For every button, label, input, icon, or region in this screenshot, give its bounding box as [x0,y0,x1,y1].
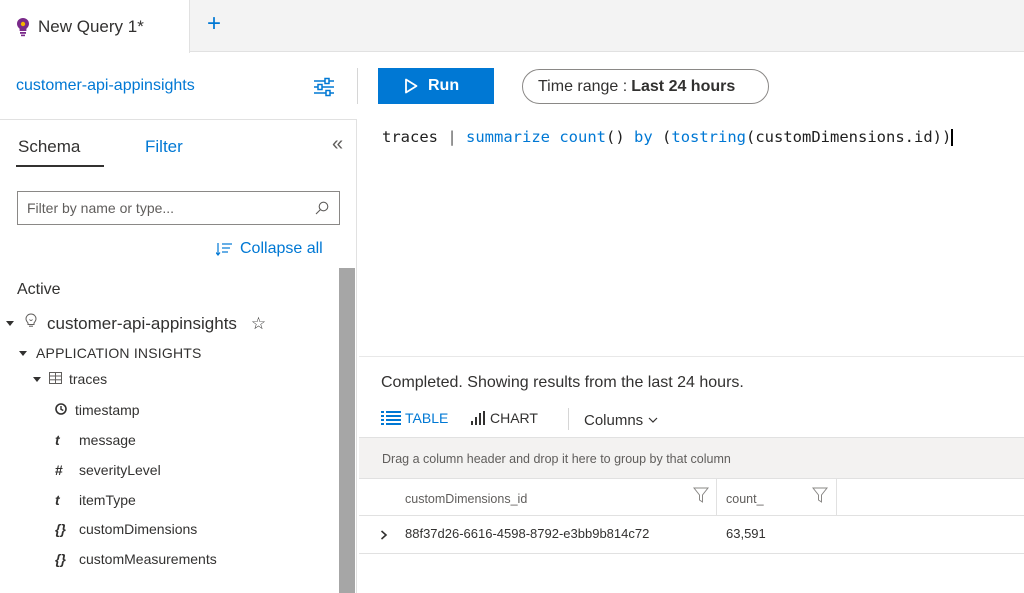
tab-chart-view[interactable]: CHART [470,410,538,426]
column-header-count[interactable]: count_ [726,492,764,506]
query-token: () [606,128,635,146]
collapse-all-label: Collapse all [240,240,323,257]
caret-down-icon[interactable] [19,350,27,356]
tree-group-label: APPLICATION INSIGHTS [36,345,202,361]
field-name: customMeasurements [79,551,217,567]
query-token: by [634,128,653,146]
collapse-panel-icon[interactable]: « [332,133,343,156]
tree-item-resource[interactable]: customer-api-appinsights ☆ [6,313,266,334]
add-tab-button[interactable]: + [203,12,225,38]
field-name: customDimensions [79,521,198,537]
dynamic-type-icon: {} [55,551,66,567]
field-customdimensions[interactable]: {} customDimensions [55,521,197,537]
query-text[interactable]: traces | summarize count() by (tostring(… [382,128,953,146]
results-toolbar-divider [568,408,569,430]
cell-customdimensions-id: 88f37d26-6616-4598-8792-e3bb9b814c72 [405,526,650,541]
string-type-icon: t [55,492,60,508]
lightbulb-icon [16,17,30,37]
field-custommeasurements[interactable]: {} customMeasurements [55,551,217,567]
column-separator[interactable] [716,479,717,516]
caret-down-icon[interactable] [6,321,14,326]
tab-schema[interactable]: Schema [18,137,80,157]
toolbar-divider [357,68,358,104]
play-icon [405,78,418,94]
filter-icon[interactable] [811,486,829,504]
time-range-value: Last 24 hours [631,77,736,95]
tab-label: New Query 1* [38,16,144,36]
query-token: ( [652,128,672,146]
tree-resource-label: customer-api-appinsights [47,313,237,333]
column-separator[interactable] [836,479,837,516]
tab-schema-underline [16,165,104,167]
field-message[interactable]: t message [55,432,136,448]
star-icon[interactable]: ☆ [251,314,266,334]
field-name: timestamp [75,402,140,418]
collapse-all-button[interactable]: Collapse all [216,240,323,258]
chevron-down-icon [648,417,658,423]
table-icon [49,371,62,387]
field-name: message [79,432,136,448]
run-label: Run [428,77,460,94]
results-status: Completed. Showing results from the last… [381,374,744,391]
schema-filter-input[interactable] [18,192,298,224]
tree-item-traces[interactable]: traces [33,371,107,387]
query-token: count [559,128,607,146]
query-token: tostring [671,128,747,146]
field-itemtype[interactable]: t itemType [55,492,136,508]
tab-filter[interactable]: Filter [145,137,183,157]
tree-table-label: traces [69,371,108,387]
schema-filter-box [17,191,340,225]
query-token: summarize [466,128,550,146]
panel-top-border [0,119,357,120]
resource-selector[interactable]: customer-api-appinsights [16,77,195,95]
tab-new-query-1[interactable]: New Query 1* [0,0,190,53]
tab-table-view[interactable]: TABLE [381,410,448,426]
string-type-icon: t [55,432,60,448]
active-section-label: Active [17,281,61,298]
settings-sliders-icon[interactable] [313,77,335,97]
field-name: severityLevel [79,462,161,478]
cell-count: 63,591 [726,526,766,541]
lightbulb-outline-icon [25,313,37,334]
query-token: | [438,128,466,146]
bar-chart-icon [471,411,485,425]
query-token: (customDimensions.id)) [746,128,952,146]
field-name: itemType [79,492,136,508]
dynamic-type-icon: {} [55,521,66,537]
chart-view-label: CHART [490,410,538,426]
query-token [550,128,559,146]
search-icon[interactable] [315,201,329,215]
run-button[interactable]: Run [378,68,494,104]
clock-icon [55,402,69,418]
table-view-icon [381,411,401,425]
chevron-right-icon[interactable] [380,527,388,543]
collapse-all-icon [216,243,232,256]
table-view-label: TABLE [405,410,449,426]
field-timestamp[interactable]: timestamp [55,402,140,418]
columns-label: Columns [584,412,644,429]
columns-dropdown[interactable]: Columns [584,412,658,429]
query-token: traces [382,128,438,146]
time-range-picker[interactable]: Time range : Last 24 hours [522,69,769,104]
text-cursor [951,129,953,146]
tree-item-application-insights[interactable]: APPLICATION INSIGHTS [19,345,202,361]
filter-icon[interactable] [692,486,710,504]
time-range-prefix: Time range : [538,77,628,95]
query-editor[interactable] [359,119,1024,357]
number-type-icon: # [55,462,63,478]
editor-results-splitter[interactable] [359,356,1024,357]
group-by-hint: Drag a column header and drop it here to… [382,452,731,466]
field-severitylevel[interactable]: # severityLevel [55,462,161,478]
schema-scrollbar[interactable] [339,268,355,593]
column-header-customdimensions-id[interactable]: customDimensions_id [405,492,527,506]
caret-down-icon[interactable] [33,376,41,382]
